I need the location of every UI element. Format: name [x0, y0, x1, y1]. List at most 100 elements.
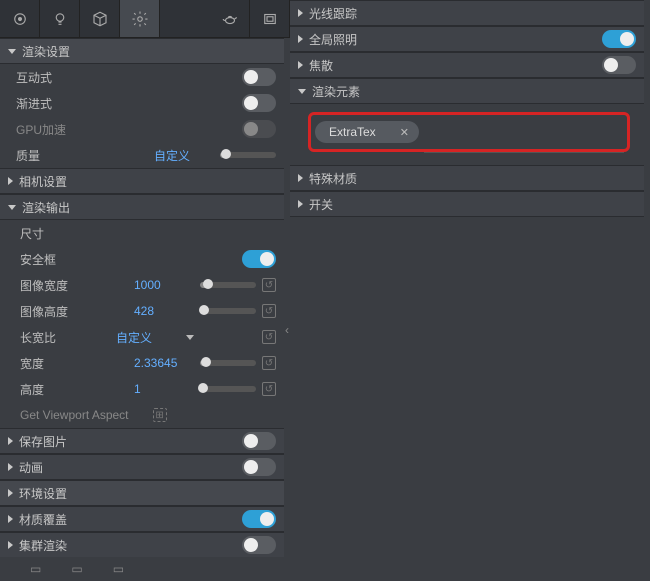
- footer-icons: ▭ ▭ ▭: [0, 557, 290, 581]
- section-label: 材质覆盖: [19, 511, 67, 528]
- render-elements-body: ExtraTex ✕: [290, 104, 644, 165]
- row-interactive: 互动式: [0, 64, 284, 90]
- chevron-right-icon: [298, 174, 303, 182]
- section-label: 光线跟踪: [309, 5, 357, 22]
- section-ray-trace[interactable]: 光线跟踪: [290, 0, 644, 26]
- reset-icon[interactable]: ↺: [262, 330, 276, 344]
- section-label: 集群渲染: [19, 537, 67, 554]
- section-label: 焦散: [309, 57, 333, 74]
- section-render-elements[interactable]: 渲染元素: [290, 78, 644, 104]
- width-value[interactable]: 2.33645: [134, 356, 194, 370]
- tool-gear-icon[interactable]: [120, 0, 160, 37]
- toggle-cluster-render[interactable]: [242, 536, 276, 554]
- chevron-right-icon: [8, 489, 13, 497]
- left-panel: 渲染设置 互动式 渐进式 GPU加速 质量自定义 相机设置 渲染输出 尺寸 安全…: [0, 0, 290, 581]
- chip-label: ExtraTex: [329, 125, 376, 139]
- row-quality: 质量自定义: [0, 142, 284, 168]
- row-size: 尺寸: [0, 220, 284, 246]
- quality-slider[interactable]: [220, 152, 276, 158]
- chevron-right-icon: [8, 463, 13, 471]
- section-render-output[interactable]: 渲染输出: [0, 194, 284, 220]
- left-toolbar: [0, 0, 290, 38]
- section-switches[interactable]: 开关: [290, 191, 644, 217]
- section-label: 开关: [309, 196, 333, 213]
- toggle-gpu[interactable]: [242, 120, 276, 138]
- section-cluster-render[interactable]: 集群渲染: [0, 532, 284, 557]
- section-label: 环境设置: [19, 485, 67, 502]
- section-render-settings[interactable]: 渲染设置: [0, 38, 284, 64]
- row-img-height: 图像高度428↺: [0, 298, 284, 324]
- chevron-right-icon: [298, 61, 303, 69]
- toggle-caustics[interactable]: [602, 56, 636, 74]
- chevron-down-icon: [298, 89, 306, 94]
- footer-icon-2[interactable]: ▭: [71, 562, 82, 576]
- row-safe-frame: 安全框: [0, 246, 284, 272]
- reset-icon[interactable]: ↺: [262, 356, 276, 370]
- section-label: 特殊材质: [309, 170, 357, 187]
- img-height-value[interactable]: 428: [134, 304, 194, 318]
- row-img-width: 图像宽度1000↺: [0, 272, 284, 298]
- height-value[interactable]: 1: [134, 382, 194, 396]
- left-scroller[interactable]: 渲染设置 互动式 渐进式 GPU加速 质量自定义 相机设置 渲染输出 尺寸 安全…: [0, 38, 290, 557]
- toggle-gi[interactable]: [602, 30, 636, 48]
- right-panel: ‹ 光线跟踪 全局照明 焦散 渲染元素 ExtraTex ✕ 特殊材质 开关: [290, 0, 650, 581]
- tool-cube-icon[interactable]: [80, 0, 120, 37]
- quality-value[interactable]: 自定义: [154, 147, 214, 164]
- img-width-slider[interactable]: [200, 282, 256, 288]
- toggle-animation[interactable]: [242, 458, 276, 476]
- section-gi[interactable]: 全局照明: [290, 26, 644, 52]
- section-label: 渲染输出: [22, 199, 70, 216]
- section-label: 保存图片: [19, 433, 67, 450]
- section-animation[interactable]: 动画: [0, 454, 284, 480]
- chevron-right-icon: [8, 177, 13, 185]
- tool-frame-icon[interactable]: [250, 0, 290, 37]
- row-height: 高度1↺: [0, 376, 284, 402]
- row-viewport-aspect[interactable]: Get Viewport Aspect⊞: [0, 402, 284, 428]
- toggle-mat-override[interactable]: [242, 510, 276, 528]
- section-label: 动画: [19, 459, 43, 476]
- section-env-settings[interactable]: 环境设置: [0, 480, 284, 506]
- section-caustics[interactable]: 焦散: [290, 52, 644, 78]
- tool-teapot-icon[interactable]: [210, 0, 250, 37]
- close-icon[interactable]: ✕: [400, 126, 409, 139]
- chevron-down-icon[interactable]: [186, 335, 194, 340]
- footer-icon-3[interactable]: ▭: [113, 562, 124, 576]
- chevron-right-icon: [298, 35, 303, 43]
- viewport-aspect-icon[interactable]: ⊞: [153, 408, 167, 422]
- row-aspect-lock: 长宽比自定义↺: [0, 324, 284, 350]
- section-label: 渲染元素: [312, 83, 360, 100]
- row-gpu: GPU加速: [0, 116, 284, 142]
- right-scroller[interactable]: 光线跟踪 全局照明 焦散 渲染元素 ExtraTex ✕ 特殊材质 开关: [290, 0, 650, 581]
- reset-icon[interactable]: ↺: [262, 278, 276, 292]
- reset-icon[interactable]: ↺: [262, 382, 276, 396]
- toggle-progressive[interactable]: [242, 94, 276, 112]
- collapse-handle[interactable]: ‹: [282, 310, 292, 350]
- section-special-mat[interactable]: 特殊材质: [290, 165, 644, 191]
- tool-light-icon[interactable]: [40, 0, 80, 37]
- section-save-image[interactable]: 保存图片: [0, 428, 284, 454]
- section-label: 全局照明: [309, 31, 357, 48]
- section-label: 渲染设置: [22, 43, 70, 60]
- tool-target-icon[interactable]: [0, 0, 40, 37]
- chevron-right-icon: [298, 9, 303, 17]
- section-mat-override[interactable]: 材质覆盖: [0, 506, 284, 532]
- toggle-safe-frame[interactable]: [242, 250, 276, 268]
- highlighted-chip-area: ExtraTex ✕: [308, 112, 630, 152]
- chip-underline: [424, 152, 624, 153]
- chevron-right-icon: [298, 200, 303, 208]
- toggle-interactive[interactable]: [242, 68, 276, 86]
- chevron-right-icon: [8, 437, 13, 445]
- toggle-save-image[interactable]: [242, 432, 276, 450]
- chevron-down-icon: [8, 205, 16, 210]
- section-label: 相机设置: [19, 173, 67, 190]
- img-width-value[interactable]: 1000: [134, 278, 194, 292]
- render-element-chip[interactable]: ExtraTex ✕: [315, 121, 419, 143]
- footer-icon-1[interactable]: ▭: [30, 562, 41, 576]
- section-camera-settings[interactable]: 相机设置: [0, 168, 284, 194]
- chevron-right-icon: [8, 515, 13, 523]
- width-slider[interactable]: [200, 360, 256, 366]
- reset-icon[interactable]: ↺: [262, 304, 276, 318]
- aspect-lock-value[interactable]: 自定义: [116, 329, 176, 346]
- height-slider[interactable]: [200, 386, 256, 392]
- img-height-slider[interactable]: [200, 308, 256, 314]
